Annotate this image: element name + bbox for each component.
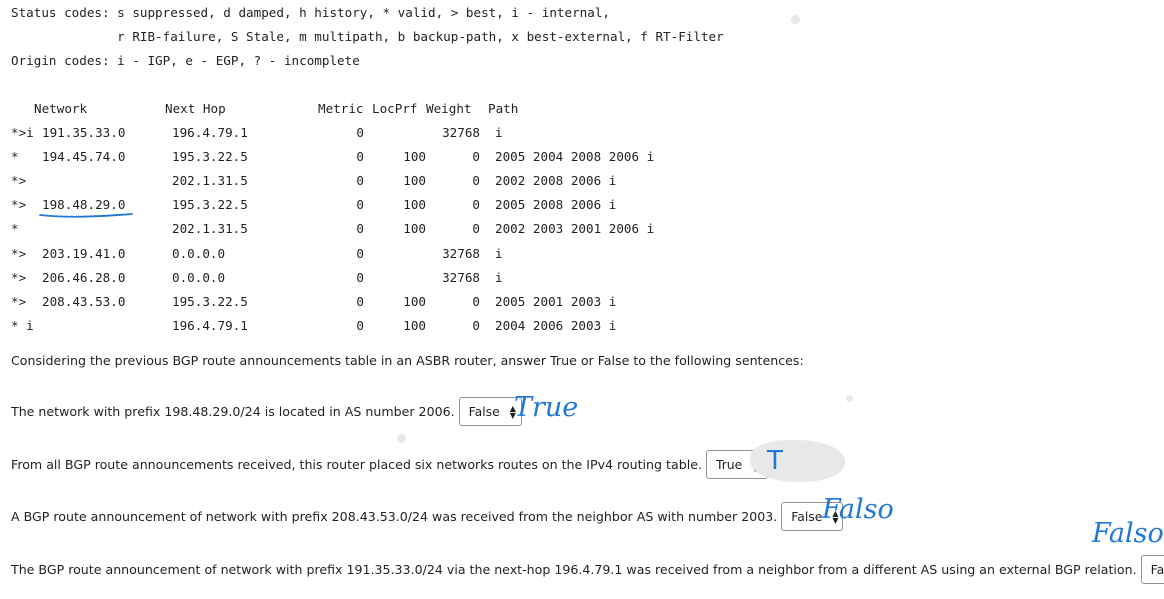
row-weight: 32768 <box>442 270 480 285</box>
row-status: * <box>11 221 19 236</box>
row-status: *> <box>11 246 27 261</box>
row-next-hop: 195.3.22.5 <box>172 294 248 309</box>
row-weight: 0 <box>472 294 480 309</box>
question-1-selected-value: False <box>468 404 500 419</box>
header-next-hop: Next Hop <box>165 101 226 116</box>
status-codes-line-2: r RIB-failure, S Stale, m multipath, b b… <box>11 29 724 44</box>
row-network: 206.46.28.0 <box>42 270 126 285</box>
row-metric: 0 <box>356 294 364 309</box>
row-path: 2004 2006 2003 i <box>495 318 617 333</box>
row-weight: 32768 <box>442 125 480 140</box>
row-metric: 0 <box>356 197 364 212</box>
row-weight: 0 <box>472 197 480 212</box>
row-path: i <box>495 246 503 261</box>
row-metric: 0 <box>356 149 364 164</box>
row-metric: 0 <box>356 270 364 285</box>
row-path: 2002 2003 2001 2006 i <box>495 221 655 236</box>
question-4: The BGP route announcement of network wi… <box>11 555 1164 584</box>
header-metric: Metric <box>318 101 364 116</box>
row-status: *> <box>11 197 27 212</box>
question-1-text: The network with prefix 198.48.29.0/24 i… <box>11 404 455 419</box>
question-3-selected-value: False <box>791 509 823 524</box>
row-next-hop: 196.4.79.1 <box>172 318 248 333</box>
question-1: The network with prefix 198.48.29.0/24 i… <box>11 397 522 426</box>
scan-speck <box>397 434 406 443</box>
row-status: * <box>11 149 19 164</box>
header-weight: Weight <box>426 101 472 116</box>
row-weight: 0 <box>472 221 480 236</box>
handwritten-annotation-4: Falso <box>1092 518 1164 549</box>
handwritten-annotation-2: T <box>767 446 783 476</box>
row-next-hop: 0.0.0.0 <box>172 270 226 285</box>
row-status: * i <box>11 318 34 333</box>
header-locprf: LocPrf <box>372 101 418 116</box>
row-path: i <box>495 125 503 140</box>
row-weight: 0 <box>472 149 480 164</box>
question-3-text: A BGP route announcement of network with… <box>11 509 778 524</box>
row-status: *> <box>11 294 27 309</box>
question-4-text: The BGP route announcement of network wi… <box>11 562 1137 577</box>
row-weight: 0 <box>472 318 480 333</box>
row-metric: 0 <box>356 221 364 236</box>
row-network: 194.45.74.0 <box>42 149 126 164</box>
question-1-select[interactable]: False ▲ ▼ <box>458 397 522 426</box>
question-4-select[interactable]: False ▲▼ <box>1140 555 1164 584</box>
row-next-hop: 195.3.22.5 <box>172 149 248 164</box>
handwritten-underline <box>39 213 133 218</box>
row-metric: 0 <box>356 246 364 261</box>
eraser-smudge <box>750 440 845 482</box>
row-status: *>i <box>11 125 34 140</box>
row-weight: 32768 <box>442 246 480 261</box>
row-next-hop: 0.0.0.0 <box>172 246 226 261</box>
question-2: From all BGP route announcements receive… <box>11 450 768 479</box>
row-next-hop: 202.1.31.5 <box>172 173 248 188</box>
question-3: A BGP route announcement of network with… <box>11 502 844 531</box>
row-next-hop: 195.3.22.5 <box>172 197 248 212</box>
row-metric: 0 <box>356 173 364 188</box>
row-metric: 0 <box>356 125 364 140</box>
row-path: 2005 2008 2006 i <box>495 197 617 212</box>
handwritten-annotation-3: Falso <box>822 494 894 525</box>
row-path: 2002 2008 2006 i <box>495 173 617 188</box>
origin-codes-line: Origin codes: i - IGP, e - EGP, ? - inco… <box>11 53 360 68</box>
row-metric: 0 <box>356 318 364 333</box>
header-network: Network <box>34 101 88 116</box>
row-weight: 0 <box>472 173 480 188</box>
scan-speck <box>791 15 800 24</box>
question-intro: Considering the previous BGP route annou… <box>11 353 804 368</box>
row-path: i <box>495 270 503 285</box>
row-next-hop: 196.4.79.1 <box>172 125 248 140</box>
scan-speck <box>846 395 853 402</box>
row-next-hop: 202.1.31.5 <box>172 221 248 236</box>
question-2-selected-value: True <box>715 457 743 472</box>
header-path: Path <box>488 101 519 116</box>
row-status: *> <box>11 270 27 285</box>
row-path: 2005 2001 2003 i <box>495 294 617 309</box>
row-network: 208.43.53.0 <box>42 294 126 309</box>
status-codes-line-1: Status codes: s suppressed, d damped, h … <box>11 5 610 20</box>
row-status: *> <box>11 173 27 188</box>
handwritten-annotation-1: True <box>514 392 579 423</box>
question-4-selected-value: False <box>1150 562 1164 577</box>
question-2-text: From all BGP route announcements receive… <box>11 457 702 472</box>
row-network: 191.35.33.0 <box>42 125 126 140</box>
row-path: 2005 2004 2008 2006 i <box>495 149 655 164</box>
row-network: 203.19.41.0 <box>42 246 126 261</box>
